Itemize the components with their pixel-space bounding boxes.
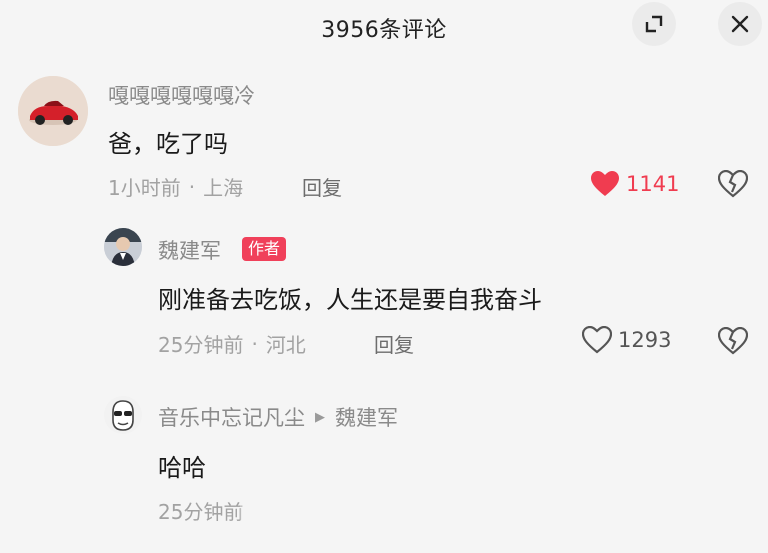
comments-header: 3956条评论 xyxy=(0,0,768,52)
comment-text: 刚准备去吃饭，人生还是要自我奋斗 xyxy=(158,286,542,314)
cartoon-avatar-image xyxy=(104,396,142,434)
comment-username[interactable]: 魏建军 xyxy=(158,235,221,265)
like-button[interactable]: 1293 xyxy=(582,326,671,354)
close-icon xyxy=(731,15,749,33)
like-count: 1141 xyxy=(626,172,680,196)
dislike-button[interactable] xyxy=(717,169,749,202)
avatar[interactable] xyxy=(104,228,142,266)
avatar[interactable] xyxy=(18,76,88,146)
car-avatar-image xyxy=(18,76,88,146)
comment-location: 上海 xyxy=(203,176,244,200)
comment-time: 25分钟前 xyxy=(158,333,244,357)
comment-meta: 25分钟前 xyxy=(158,496,243,525)
reply-button[interactable]: 回复 xyxy=(374,329,414,358)
broken-heart-icon xyxy=(717,169,749,198)
close-button[interactable] xyxy=(718,2,762,46)
comment-time: 25分钟前 xyxy=(158,500,244,524)
person-avatar-image xyxy=(104,228,142,266)
comment-meta: 1小时前 · 上海 xyxy=(108,172,243,201)
author-badge: 作者 xyxy=(242,237,287,261)
like-button[interactable]: 1141 xyxy=(590,170,679,198)
heart-filled-icon xyxy=(591,171,619,196)
bottom-fade-overlay xyxy=(240,480,768,553)
dislike-button[interactable] xyxy=(717,326,749,359)
meta-separator: · xyxy=(251,331,258,356)
comment-username[interactable]: 音乐中忘记凡尘 xyxy=(158,402,305,432)
broken-heart-icon xyxy=(717,326,749,355)
heart-outline-icon xyxy=(582,326,612,354)
like-count: 1293 xyxy=(618,328,672,352)
reply-to-username[interactable]: 魏建军 xyxy=(335,402,398,432)
reply-button[interactable]: 回复 xyxy=(302,172,342,201)
reply-header: 音乐中忘记凡尘 ▶ 魏建军 xyxy=(158,402,398,432)
expand-button[interactable] xyxy=(632,2,676,46)
comment-username[interactable]: 嘎嘎嘎嘎嘎嘎冷 xyxy=(108,80,255,110)
expand-icon xyxy=(645,15,663,33)
comment-text: 哈哈 xyxy=(158,454,206,482)
comment-time: 1小时前 xyxy=(108,176,181,200)
comment-location: 河北 xyxy=(265,333,306,357)
comment-text: 爸，吃了吗 xyxy=(108,130,228,158)
comment-meta: 25分钟前 · 河北 xyxy=(158,329,306,358)
meta-separator: · xyxy=(188,174,196,199)
reply-arrow-icon: ▶ xyxy=(315,409,325,425)
avatar[interactable] xyxy=(104,396,142,434)
